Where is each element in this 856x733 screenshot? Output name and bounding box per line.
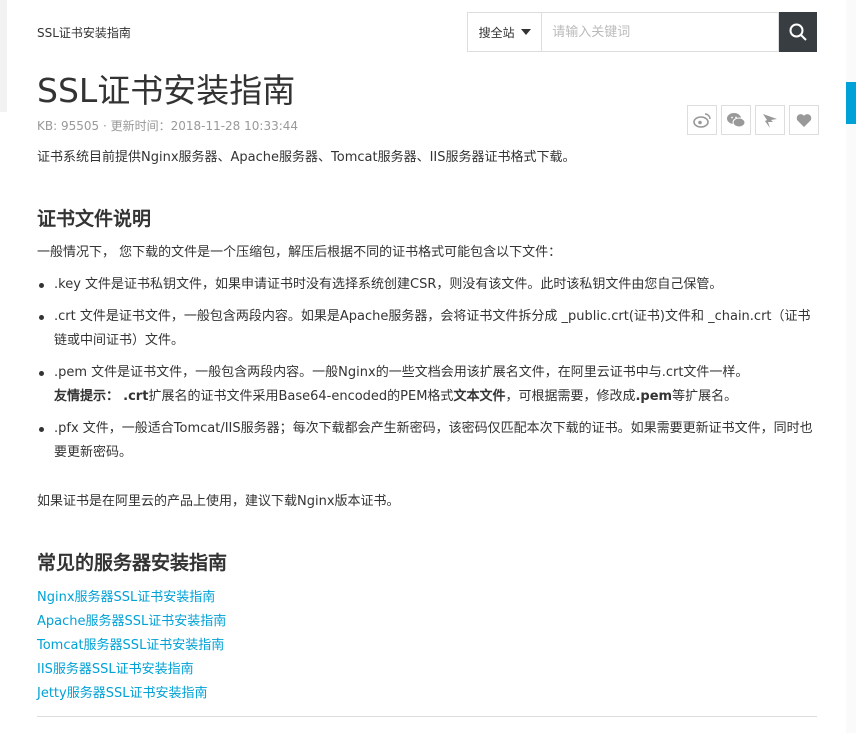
list-item-text: .pfx 文件，一般适合Tomcat/IIS服务器；每次下载都会产生新密码，该密…	[54, 421, 813, 460]
nginx-note: 如果证书是在阿里云的产品上使用，建议下载Nginx版本证书。	[37, 494, 400, 509]
list-item-text: .crt 文件是证书文件，一般包含两段内容。如果是Apache服务器，会将证书文…	[54, 309, 811, 348]
list-item: .pfx 文件，一般适合Tomcat/IIS服务器；每次下载都会产生新密码，该密…	[37, 417, 817, 465]
breadcrumb[interactable]: SSL证书安装指南	[37, 24, 131, 41]
intro-paragraph: 证书系统目前提供Nginx服务器、Apache服务器、Tomcat服务器、IIS…	[37, 150, 576, 165]
tip-ext: .pem	[635, 389, 673, 404]
tip-text: 扩展名的证书文件采用Base64-encoded的PEM格式	[148, 389, 454, 404]
search-input[interactable]	[542, 12, 780, 52]
search-button[interactable]	[779, 12, 818, 52]
tip-label: 友情提示：	[54, 389, 120, 404]
list-item-text: .pem 文件是证书文件，一般包含两段内容。一般Nginx的一些文档会用该扩展名…	[54, 365, 749, 380]
section-heading-install-guides: 常见的服务器安装指南	[37, 552, 228, 574]
guide-link-jetty[interactable]: Jetty服务器SSL证书安装指南	[37, 682, 226, 706]
tip-bold: 文本文件	[453, 389, 506, 404]
share-wechat-button[interactable]	[721, 105, 751, 135]
like-button[interactable]	[789, 105, 819, 135]
section-lead: 一般情况下， 您下载的文件是一个压缩包，解压后根据不同的证书格式可能包含以下文件…	[37, 245, 562, 260]
dingtalk-icon	[763, 114, 777, 128]
left-strip	[0, 0, 7, 112]
like-icon	[796, 113, 812, 127]
search-bar: 搜全站	[467, 12, 818, 52]
page-title: SSL证书安装指南	[37, 71, 296, 110]
list-item: .crt 文件是证书文件，一般包含两段内容。如果是Apache服务器，会将证书文…	[37, 305, 817, 353]
weibo-icon	[693, 113, 711, 128]
list-item: .key 文件是证书私钥文件，如果申请证书时没有选择系统创建CSR，则没有该文件…	[37, 273, 817, 297]
section-heading-cert-files: 证书文件说明	[37, 208, 152, 230]
search-scope-select[interactable]: 搜全站	[467, 12, 543, 52]
guide-link-nginx[interactable]: Nginx服务器SSL证书安装指南	[37, 586, 226, 610]
divider	[37, 716, 817, 717]
article-meta: KB: 95505 · 更新时间：2018-11-28 10:33:44	[37, 119, 299, 133]
file-type-list: .key 文件是证书私钥文件，如果申请证书时没有选择系统创建CSR，则没有该文件…	[37, 273, 817, 473]
guide-link-tomcat[interactable]: Tomcat服务器SSL证书安装指南	[37, 634, 226, 658]
list-item-text: .key 文件是证书私钥文件，如果申请证书时没有选择系统创建CSR，则没有该文件…	[54, 277, 723, 292]
tip-ext: .crt	[123, 389, 149, 404]
guide-link-iis[interactable]: IIS服务器SSL证书安装指南	[37, 658, 226, 682]
share-dingtalk-button[interactable]	[755, 105, 785, 135]
guide-link-list: Nginx服务器SSL证书安装指南 Apache服务器SSL证书安装指南 Tom…	[37, 586, 226, 706]
guide-link-apache[interactable]: Apache服务器SSL证书安装指南	[37, 610, 226, 634]
chevron-down-icon	[520, 29, 531, 35]
search-scope-label: 搜全站	[478, 25, 515, 40]
share-weibo-button[interactable]	[687, 105, 717, 135]
wechat-icon	[727, 113, 746, 128]
tip-text: ，可根据需要，修改成	[505, 389, 636, 404]
search-icon	[789, 23, 807, 41]
feedback-tab[interactable]	[846, 82, 856, 124]
list-item: .pem 文件是证书文件，一般包含两段内容。一般Nginx的一些文档会用该扩展名…	[37, 361, 817, 409]
tip-text: 等扩展名。	[672, 389, 738, 404]
share-bar	[687, 105, 819, 135]
